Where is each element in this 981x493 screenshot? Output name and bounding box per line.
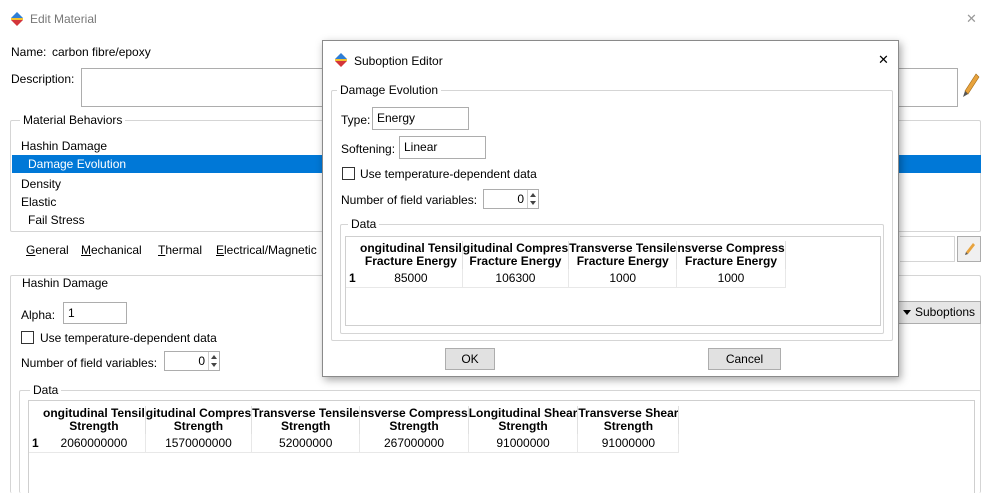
suboptions-button[interactable]: Suboptions [897, 301, 981, 324]
menu-mechanical[interactable]: Mechanical [81, 243, 142, 257]
column-header[interactable]: Transverse Tensile Strength [251, 406, 361, 434]
data-group-label: Data [30, 383, 62, 397]
section-title: Hashin Damage [19, 276, 112, 290]
table-cell[interactable]: 91000000 [468, 434, 579, 453]
app-icon [10, 11, 24, 26]
dialog-field-vars-label: Number of field variables: [341, 193, 478, 207]
dialog-data-label: Data [348, 217, 380, 231]
spinner-arrows[interactable] [527, 190, 538, 208]
name-label: Name: [11, 45, 47, 59]
temp-dependent-label: Use temperature-dependent data [40, 331, 217, 345]
alpha-label: Alpha: [21, 308, 56, 322]
table-cell[interactable]: 2060000000 [43, 434, 146, 453]
column-header[interactable]: ongitudinal Tensil Fracture Energy [360, 241, 463, 269]
menu-thermal[interactable]: Thermal [158, 243, 202, 257]
window-title: Edit Material [30, 12, 97, 26]
column-header[interactable]: Transverse Tensile Fracture Energy [568, 241, 678, 269]
behavior-menu-bar: General Mechanical Thermal Electrical/Ma… [16, 243, 346, 259]
table-cell[interactable]: 1000 [568, 269, 678, 288]
description-label: Description: [11, 72, 75, 86]
table-cell[interactable]: 1000 [676, 269, 786, 288]
dialog-temp-dependent-label: Use temperature-dependent data [360, 167, 537, 181]
table-row: 1 2060000000 1570000000 52000000 2670000… [29, 434, 680, 453]
alpha-field[interactable]: 1 [63, 302, 127, 324]
column-header[interactable]: gitudinal Compres Strength [145, 406, 253, 434]
softening-label: Softening: [341, 142, 396, 156]
table-cell[interactable]: 52000000 [251, 434, 361, 453]
material-behaviors-label: Material Behaviors [20, 113, 126, 127]
edit-description-pencil-icon[interactable] [962, 72, 980, 98]
dialog-title-bar: Suboption Editor ✕ [323, 41, 898, 75]
dialog-close-icon[interactable]: ✕ [878, 52, 889, 68]
type-field[interactable]: Energy [372, 107, 469, 130]
window-close-icon[interactable]: ✕ [966, 11, 977, 27]
fracture-energy-table: ongitudinal Tensil Fracture Energy gitudi… [346, 241, 786, 288]
name-value: carbon fibre/epoxy [52, 45, 151, 59]
dialog-title: Suboption Editor [354, 54, 443, 68]
pencil-icon [965, 243, 975, 255]
dialog-field-vars-spinner[interactable]: 0 [483, 189, 539, 209]
dialog-temp-dependent-checkbox[interactable] [342, 167, 355, 180]
dialog-app-icon [334, 52, 348, 67]
column-header[interactable]: ongitudinal Tensil Strength [43, 406, 146, 434]
strength-table: ongitudinal Tensil Strength gitudinal Com… [29, 406, 680, 453]
dropdown-arrow-icon [903, 310, 911, 315]
table-row: 1 85000 106300 1000 1000 [346, 269, 786, 288]
title-bar: Edit Material ✕ [0, 0, 981, 34]
row-number: 1 [346, 269, 360, 288]
table-cell[interactable]: 91000000 [577, 434, 680, 453]
row-number: 1 [29, 434, 43, 453]
table-cell[interactable]: 85000 [360, 269, 463, 288]
field-vars-spinner[interactable]: 0 [164, 351, 220, 371]
edit-behavior-button[interactable] [957, 236, 981, 262]
spinner-arrows[interactable] [208, 352, 219, 370]
data-table-container: ongitudinal Tensil Strength gitudinal Com… [28, 400, 975, 493]
softening-field[interactable]: Linear [399, 136, 486, 159]
dialog-data-table-container: ongitudinal Tensil Fracture Energy gitudi… [345, 236, 881, 326]
suboption-editor-dialog: Suboption Editor ✕ Damage Evolution Type… [322, 40, 899, 377]
table-cell[interactable]: 1570000000 [145, 434, 253, 453]
damage-evolution-label: Damage Evolution [337, 83, 442, 97]
menu-electrical-magnetic[interactable]: Electrical/Magnetic [216, 243, 317, 257]
column-header[interactable]: nsverse Compress Fracture Energy [676, 241, 786, 269]
column-header[interactable]: nsverse Compress Strength [359, 406, 469, 434]
cancel-button[interactable]: Cancel [708, 348, 781, 370]
temp-dependent-checkbox[interactable] [21, 331, 34, 344]
column-header[interactable]: gitudinal Compres Fracture Energy [462, 241, 570, 269]
menu-row-box [900, 236, 955, 262]
table-cell[interactable]: 267000000 [359, 434, 469, 453]
table-cell[interactable]: 106300 [462, 269, 570, 288]
menu-general[interactable]: General [26, 243, 69, 257]
column-header[interactable]: Longitudinal Shear Strength [468, 406, 579, 434]
column-header[interactable]: Transverse Shear Strength [577, 406, 680, 434]
ok-button[interactable]: OK [445, 348, 495, 370]
field-vars-label: Number of field variables: [21, 356, 158, 370]
type-label: Type: [341, 113, 371, 127]
